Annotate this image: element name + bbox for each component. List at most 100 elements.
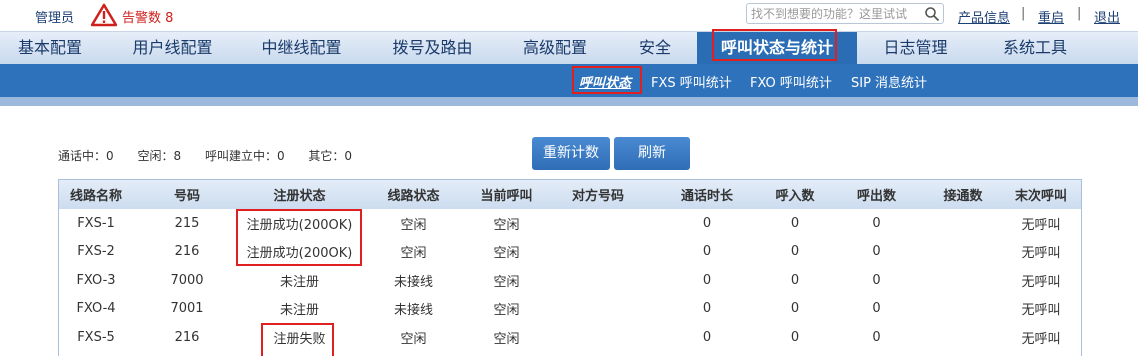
cell-outgoing: 0	[872, 272, 881, 288]
cell-incoming: 0	[790, 244, 800, 260]
search-box[interactable]	[746, 3, 944, 24]
cell-incoming: 0	[790, 329, 800, 345]
cell-line-status: 未接线	[393, 303, 433, 319]
search-icon[interactable]	[924, 6, 940, 22]
search-input[interactable]	[751, 5, 921, 22]
col-reg-status: 注册状态	[241, 180, 358, 209]
cell-peer-number	[544, 209, 652, 238]
refresh-button[interactable]: 刷新	[614, 137, 690, 170]
cell-current-call: 空闲	[493, 217, 520, 233]
cell-incoming: 0	[790, 301, 800, 317]
separator: |	[1021, 6, 1026, 21]
top-bar: 管理员 告警数 8 产品信息 | 重启 | 退出	[0, 0, 1138, 31]
cell-last-call: 无呼叫	[1021, 217, 1061, 233]
cell-last-call: 无呼叫	[1021, 303, 1061, 319]
highlight-box	[261, 323, 334, 356]
warning-icon[interactable]	[91, 3, 117, 27]
cell-last-call: 无呼叫	[1021, 331, 1061, 347]
cell-line-status: 空闲	[400, 331, 427, 347]
cell-duration: 0	[702, 215, 712, 231]
highlight-box	[712, 29, 837, 61]
logout-link[interactable]: 退出	[1094, 7, 1120, 26]
cell-current-call: 空闲	[493, 303, 520, 319]
col-current-call: 当前呼叫	[469, 180, 544, 209]
restart-link[interactable]: 重启	[1038, 7, 1064, 26]
cell-outgoing: 0	[872, 301, 881, 317]
cell-connected	[925, 323, 1001, 352]
cell-peer-number	[544, 266, 652, 295]
cell-number: 215	[174, 215, 200, 231]
cell-number: 7001	[170, 301, 204, 317]
alarm-count[interactable]: 告警数 8	[122, 7, 173, 26]
sub-nav: 呼叫状态 FXS 呼叫统计 FXO 呼叫统计 SIP 消息统计	[0, 64, 1138, 97]
tab-dialing-routing[interactable]: 拨号及路由	[375, 32, 490, 65]
highlight-box	[236, 209, 362, 266]
cell-duration: 0	[702, 244, 712, 260]
tab-trunk-config[interactable]: 中继线配置	[244, 32, 359, 65]
cell-number: 216	[174, 244, 200, 260]
cell-incoming: 0	[790, 272, 800, 288]
col-line-name: 线路名称	[59, 180, 133, 209]
cell-line-status: 空闲	[400, 217, 427, 233]
summary-other: 其它：0	[308, 149, 353, 163]
col-connected: 接通数	[925, 180, 1001, 209]
tab-basic-config[interactable]: 基本配置	[0, 32, 100, 65]
cell-connected	[925, 266, 1001, 295]
cell-connected	[925, 209, 1001, 238]
cell-line-name: FXS-2	[77, 244, 115, 260]
subtab-fxs-stats[interactable]: FXS 呼叫统计	[651, 72, 732, 91]
cell-line-name: FXO-4	[76, 301, 116, 317]
cell-reg-status: 未注册	[279, 274, 319, 290]
tab-security[interactable]: 安全	[620, 32, 690, 65]
table-row: FXS-2 216 注册成功(200OK) 空闲 空闲 0 0 0 无呼叫	[59, 238, 1081, 267]
separator: |	[1077, 6, 1082, 21]
cell-line-name: FXO-3	[76, 272, 116, 288]
col-last-call: 末次呼叫	[1001, 180, 1081, 209]
table-row: FXO-4 7001 未注册 未接线 空闲 0 0 0 无呼叫	[59, 295, 1081, 324]
table-row: FXO-3 7000 未注册 未接线 空闲 0 0 0 无呼叫	[59, 266, 1081, 295]
cell-peer-number	[544, 238, 652, 267]
col-incoming: 呼入数	[762, 180, 828, 209]
table-header-row: 线路名称 号码 注册状态 线路状态 当前呼叫 对方号码 通话时长 呼入数 呼出数…	[59, 180, 1081, 209]
tab-log-management[interactable]: 日志管理	[868, 32, 963, 65]
subtab-sip-stats[interactable]: SIP 消息统计	[851, 72, 927, 91]
recount-button[interactable]: 重新计数	[532, 137, 610, 170]
cell-outgoing: 0	[872, 329, 881, 345]
tab-advanced-config[interactable]: 高级配置	[505, 32, 605, 65]
col-line-status: 线路状态	[358, 180, 469, 209]
col-outgoing: 呼出数	[828, 180, 925, 209]
tab-user-line-config[interactable]: 用户线配置	[115, 32, 230, 65]
sub-nav-strip	[0, 97, 1138, 106]
main-nav: 基本配置 用户线配置 中继线配置 拨号及路由 高级配置 安全 呼叫状态与统计 日…	[0, 31, 1138, 65]
col-duration: 通话时长	[652, 180, 762, 209]
cell-current-call: 空闲	[493, 246, 520, 262]
cell-reg-status: 未注册	[279, 303, 319, 319]
summary-talking: 通话中：0	[58, 149, 114, 163]
user-label: 管理员	[35, 11, 75, 26]
table-row: FXS-1 215 注册成功(200OK) 空闲 空闲 0 0 0 无呼叫	[59, 209, 1081, 238]
col-peer-number: 对方号码	[544, 180, 652, 209]
cell-incoming: 0	[790, 215, 800, 231]
cell-number: 216	[174, 329, 200, 345]
product-info-link[interactable]: 产品信息	[958, 7, 1010, 26]
cell-number: 7000	[170, 272, 204, 288]
cell-line-name: FXS-1	[77, 215, 115, 231]
summary-idle: 空闲：8	[137, 149, 182, 163]
col-number: 号码	[133, 180, 241, 209]
cell-connected	[925, 295, 1001, 324]
cell-outgoing: 0	[872, 244, 881, 260]
cell-peer-number	[544, 295, 652, 324]
cell-peer-number	[544, 323, 652, 352]
status-summary: 通话中：0 空闲：8 呼叫建立中：0 其它：0	[58, 147, 372, 164]
tab-system-tools[interactable]: 系统工具	[985, 32, 1085, 65]
table-row: FXS-5 216 注册失败 空闲 空闲 0 0 0 无呼叫	[59, 323, 1081, 352]
cell-line-status: 未接线	[393, 274, 433, 290]
cell-line-name: FXS-5	[77, 329, 115, 345]
cell-duration: 0	[702, 329, 712, 345]
cell-current-call: 空闲	[493, 331, 520, 347]
summary-setup: 呼叫建立中：0	[204, 149, 285, 163]
cell-duration: 0	[702, 272, 712, 288]
subtab-fxo-stats[interactable]: FXO 呼叫统计	[750, 72, 832, 91]
cell-current-call: 空闲	[493, 274, 520, 290]
highlight-box	[572, 66, 642, 94]
